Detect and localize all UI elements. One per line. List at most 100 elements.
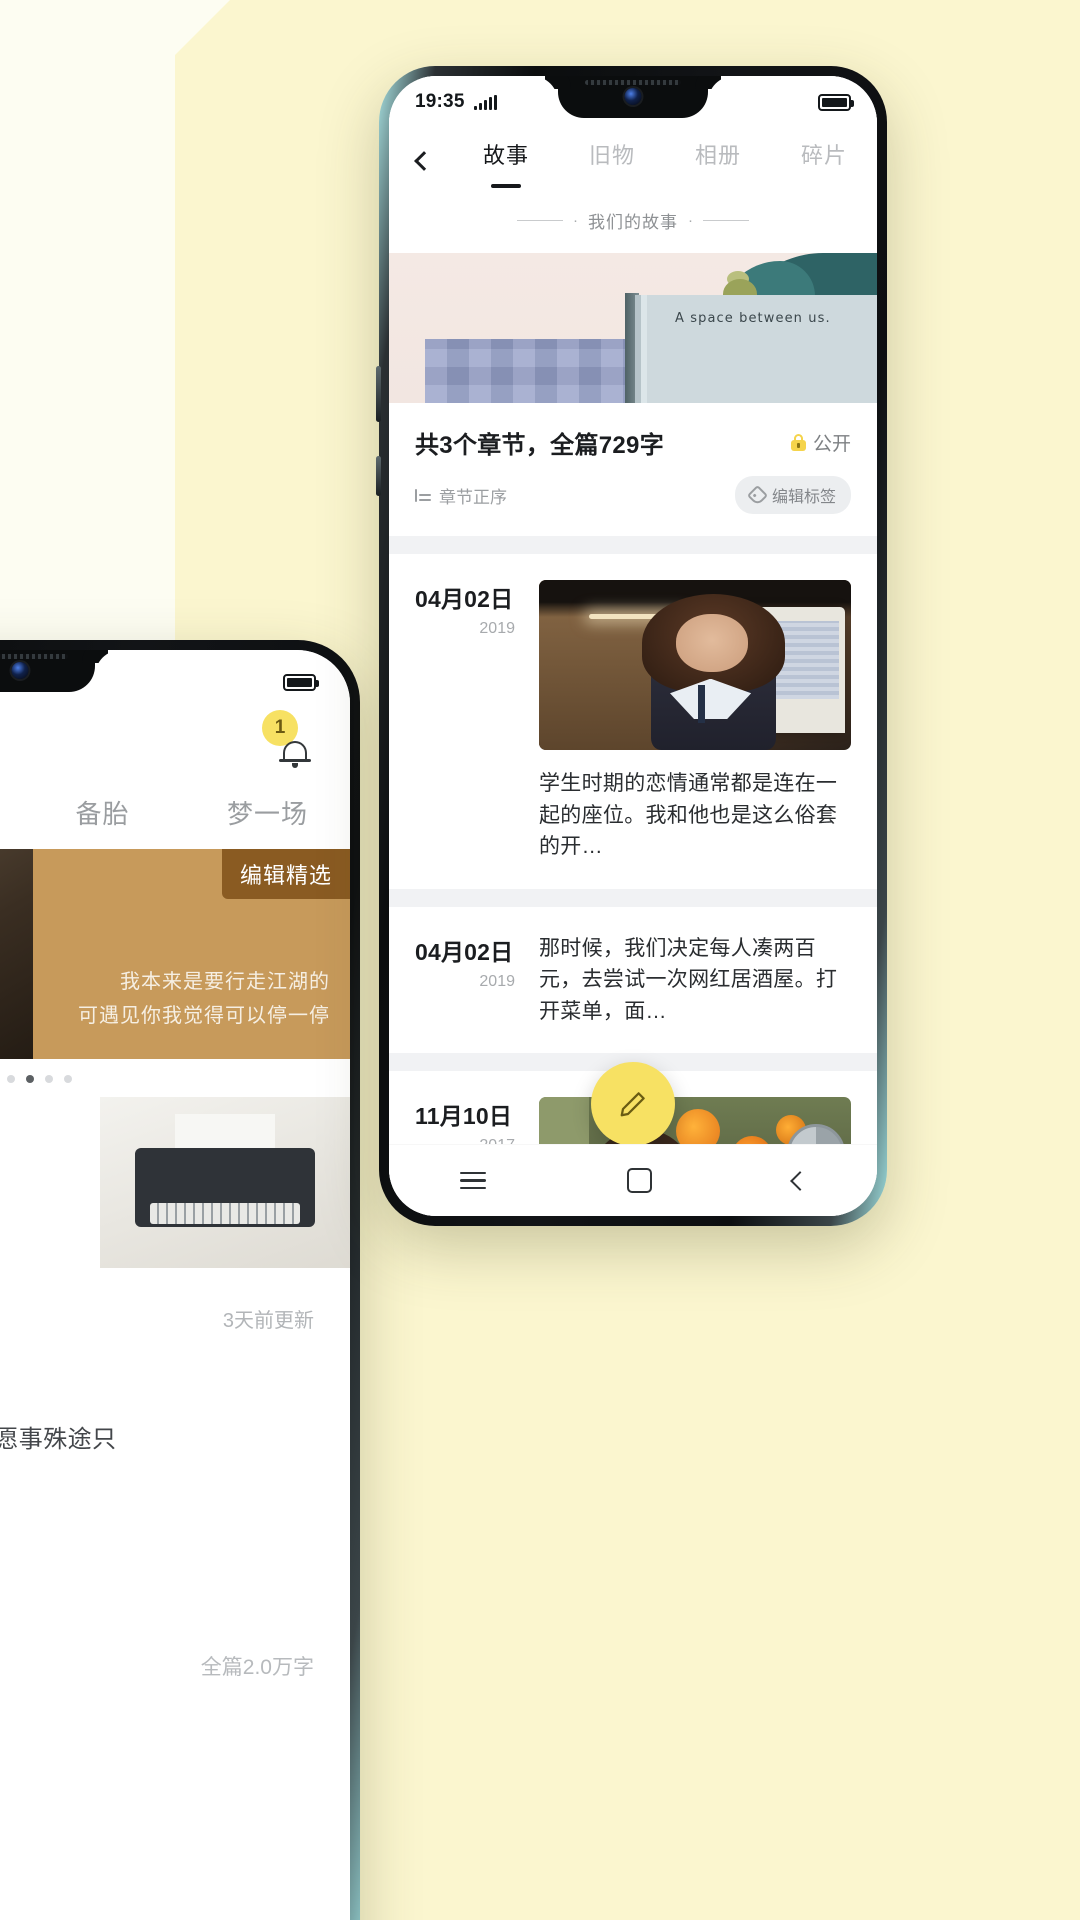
- back-button[interactable]: [389, 151, 453, 174]
- hero-banner-card[interactable]: 编辑精选 我本来是要行走江湖的 可遇见你我觉得可以停一停: [0, 849, 350, 1059]
- menu-icon[interactable]: [459, 1167, 486, 1195]
- editor-picks-subtitle: 小编花花都看哭了: [0, 1163, 82, 1195]
- hero-caption: 我本来是要行走江湖的 可遇见你我觉得可以停一停: [0, 965, 330, 1033]
- divider-dot-right: ·: [688, 212, 693, 229]
- tab-old-items[interactable]: 旧物: [559, 138, 665, 174]
- tab-label: 故事: [482, 143, 529, 168]
- story-list-scroll[interactable]: · 我们的故事 · A space between us. 共3个章节，全篇72…: [389, 186, 877, 1144]
- list-gap: [389, 536, 877, 554]
- entry-date: 04月02日: [415, 586, 514, 612]
- editor-picks-title: 编辑精选: [0, 1107, 82, 1151]
- chapter-order-label: 章节正序: [439, 487, 507, 507]
- status-left: 19:35: [415, 91, 497, 113]
- right-phone-screen: 19:35 故事 旧物 相册 碎片 · 我们的故事 · A space betw…: [389, 76, 877, 1216]
- hero-caption-line1: 我本来是要行走江湖的: [120, 971, 330, 993]
- story-app: 19:35 故事 旧物 相册 碎片 · 我们的故事 · A space betw…: [389, 76, 877, 1216]
- carousel-dot[interactable]: [63, 1075, 72, 1083]
- divider-rule-right: [703, 220, 749, 221]
- book-meta: 共3个章节，全篇729字 公开 章节正序 编辑标签: [389, 403, 877, 536]
- lock-icon: [790, 434, 806, 451]
- tab-stories[interactable]: 故事: [453, 138, 559, 188]
- entry-text: 那时候，我们决定每人凑两百元，去尝试一次网红居酒屋。打开菜单，面…: [539, 936, 838, 1023]
- post-updated-time: 3天前更新: [222, 1310, 314, 1332]
- entry-body: [539, 1097, 851, 1144]
- post-body-line1: 眼中笑不离，今却与悉数愿事殊途只: [0, 1426, 117, 1453]
- editor-picks-row[interactable]: 编辑精选 小编花花都看哭了: [0, 1093, 350, 1268]
- status-time: 19:35: [415, 91, 465, 112]
- flowers-girl-photo[interactable]: [539, 1097, 851, 1144]
- bell-icon[interactable]: [278, 735, 312, 769]
- post-title: 朕的爱.: [0, 1333, 350, 1398]
- notification-row: 1: [0, 710, 350, 790]
- cover-art-text: A space between us.: [675, 311, 831, 326]
- story-entry[interactable]: 04月02日 2019 那时候，我们决定每人凑两百元，去尝试一次网红居酒屋。打开…: [389, 906, 877, 1053]
- entry-date-column: 04月02日 2019: [415, 580, 521, 863]
- battery-full-icon: [818, 93, 854, 111]
- entry-text: 学生时期的恋情通常都是连在一起的座位。我和他也是这么俗套的开…: [539, 772, 838, 858]
- chapter-order-toggle[interactable]: 章节正序: [415, 483, 507, 508]
- typewriter-photo: [100, 1097, 350, 1268]
- tab-bar: 故事 旧物 相册 碎片: [453, 138, 877, 188]
- carousel-dot[interactable]: [6, 1075, 15, 1083]
- sort-list-icon: [415, 488, 431, 502]
- entry-year: 2017: [415, 1137, 521, 1144]
- section-divider: · 我们的故事 ·: [389, 186, 877, 253]
- power-button[interactable]: [376, 456, 381, 496]
- volume-button[interactable]: [376, 366, 381, 422]
- editor-picks-text: 编辑精选 小编花花都看哭了: [0, 1097, 100, 1268]
- pencil-icon: [618, 1089, 648, 1119]
- left-tab-dream[interactable]: 梦一场: [185, 794, 350, 831]
- earpiece-speaker: [585, 80, 681, 85]
- battery-full-icon: [283, 673, 319, 691]
- tag-icon: [746, 484, 769, 506]
- left-phone-screen: 1 关注 旧物 备胎 梦一场: [0, 650, 350, 1920]
- story-entry[interactable]: 04月02日 2019 学生时期的恋情通常都是连在一起的座位。我和他也是这么俗套…: [389, 554, 877, 889]
- compose-button[interactable]: [591, 1062, 675, 1146]
- carousel-dots[interactable]: [0, 1059, 350, 1093]
- post-body-line2: 天。: [0, 1461, 350, 1524]
- book-cover-card[interactable]: A space between us. 共3个章节，全篇729字 公开 章节正序…: [389, 253, 877, 536]
- tab-active-underline: [491, 184, 521, 188]
- entry-date-column: 11月10日 2017: [415, 1097, 521, 1144]
- left-phone-mockup: 1 关注 旧物 备胎 梦一场: [0, 640, 360, 1920]
- entry-body: 学生时期的恋情通常都是连在一起的座位。我和他也是这么俗套的开…: [539, 580, 851, 863]
- privacy-label: 公开: [812, 434, 851, 455]
- home-square-icon[interactable]: [626, 1168, 652, 1193]
- list-gap: [389, 888, 877, 907]
- hero-caption-line2: 可遇见你我觉得可以停一停: [78, 1005, 330, 1027]
- entry-year: 2019: [479, 972, 515, 990]
- signal-bars-icon: [473, 94, 497, 110]
- left-app-content: 1 关注 旧物 备胎 梦一场: [0, 650, 350, 1920]
- entry-date-column: 04月02日 2019: [415, 933, 521, 1028]
- left-tab-spare-tire[interactable]: 备胎: [20, 794, 185, 831]
- post-wordcount: 全篇2.0万字: [200, 1655, 314, 1679]
- entry-date: 11月10日: [415, 1103, 513, 1129]
- chevron-left-icon: [413, 151, 434, 171]
- system-navigation-bar: [389, 1144, 877, 1216]
- edit-tag-label: 编辑标签: [771, 489, 836, 506]
- entry-year: 2019: [479, 620, 515, 637]
- front-camera-icon: [624, 88, 642, 105]
- back-chevron-icon[interactable]: [789, 1170, 810, 1191]
- left-tab-bar: 关注 旧物 备胎 梦一场: [0, 790, 350, 849]
- divider-dot-left: ·: [573, 212, 578, 229]
- book-cover-illustration: A space between us.: [389, 253, 877, 403]
- privacy-status[interactable]: 公开: [790, 429, 851, 456]
- tab-fragments[interactable]: 碎片: [771, 138, 877, 174]
- divider-rule-left: [517, 220, 563, 221]
- chapter-summary: 共3个章节，全篇729字: [415, 432, 664, 459]
- carousel-dot-active[interactable]: [25, 1075, 34, 1083]
- tab-album[interactable]: 相册: [665, 138, 771, 174]
- left-tab-old-items[interactable]: 旧物: [0, 794, 20, 831]
- right-phone-mockup: 19:35 故事 旧物 相册 碎片 · 我们的故事 · A space betw…: [376, 66, 887, 1226]
- screenshot-canvas: 1 关注 旧物 备胎 梦一场: [0, 0, 1080, 1920]
- entry-date: 04月02日: [415, 938, 514, 965]
- earpiece-speaker: [0, 654, 68, 659]
- divider-label: 我们的故事: [588, 213, 678, 232]
- front-camera-icon: [11, 662, 29, 679]
- edit-tag-button[interactable]: 编辑标签: [734, 476, 851, 514]
- carousel-dot[interactable]: [44, 1075, 53, 1083]
- entry-body: 那时候，我们决定每人凑两百元，去尝试一次网红居酒屋。打开菜单，面…: [539, 933, 851, 1028]
- editor-pick-badge: 编辑精选: [221, 849, 350, 899]
- girl-at-computer-photo[interactable]: [539, 580, 851, 750]
